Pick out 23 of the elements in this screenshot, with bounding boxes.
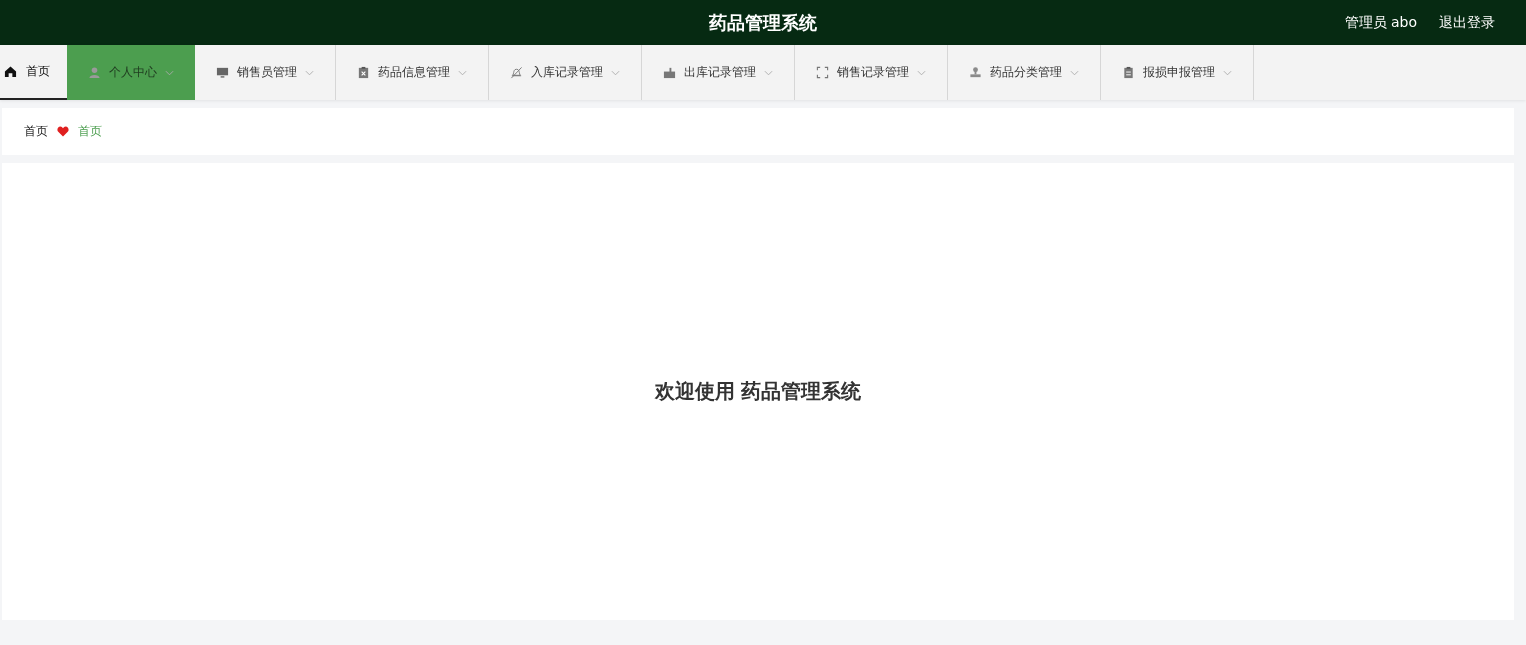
menu-item[interactable]: 入库记录管理: [489, 45, 642, 100]
app-title: 药品管理系统: [709, 10, 817, 35]
clipboard-icon: [357, 66, 370, 79]
clipboard-icon: [1122, 66, 1135, 79]
welcome-heading: 欢迎使用 药品管理系统: [654, 378, 862, 405]
menu-item[interactable]: 药品分类管理: [948, 45, 1101, 100]
expand-icon: [816, 66, 829, 79]
mailbox-icon: [663, 66, 676, 79]
menu-item[interactable]: 销售记录管理: [795, 45, 948, 100]
menu-item[interactable]: 报损申报管理: [1101, 45, 1254, 100]
breadcrumb-link[interactable]: 首页: [24, 123, 48, 140]
menu-item[interactable]: 出库记录管理: [642, 45, 795, 100]
bell-off-icon: [510, 66, 523, 79]
monitor-icon: [216, 66, 229, 79]
menu-item[interactable]: 药品信息管理: [336, 45, 489, 100]
logout-link[interactable]: 退出登录: [1439, 13, 1495, 32]
stamp-icon: [969, 66, 982, 79]
heart-icon: [57, 126, 69, 137]
person-icon: [88, 66, 101, 79]
menu-item[interactable]: 个人中心: [67, 45, 195, 100]
house-icon: [4, 65, 17, 78]
menu-item[interactable]: 销售员管理: [195, 45, 336, 100]
user-label: 管理员 abo: [1344, 13, 1417, 32]
